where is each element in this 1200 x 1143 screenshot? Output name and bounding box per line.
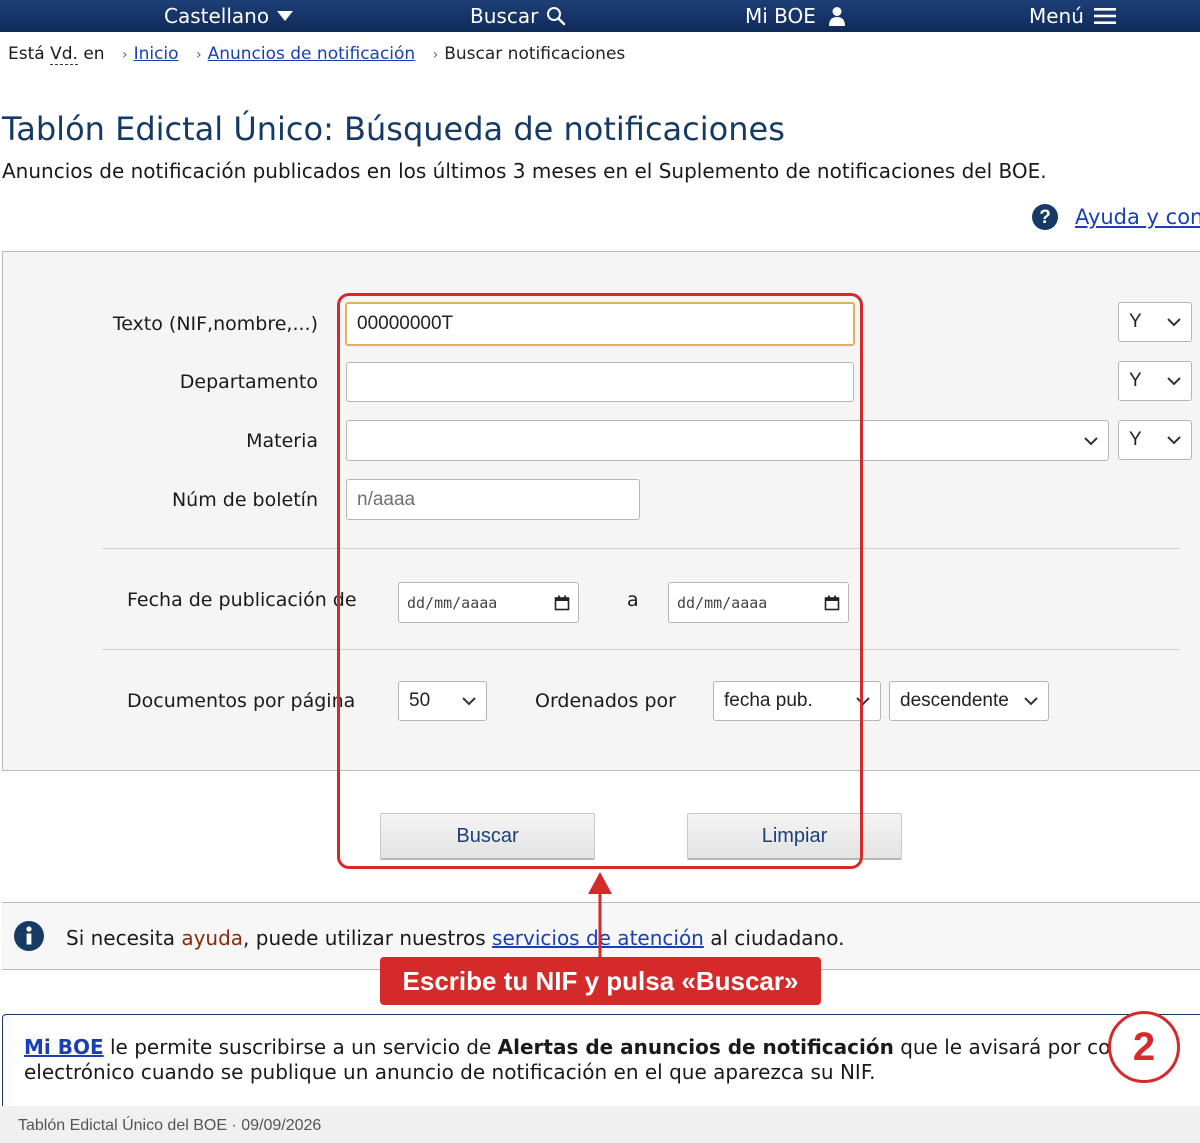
mi-boe-alerts-bold: Alertas de anuncios de notificación [497,1035,894,1059]
info-help-word: ayuda [181,926,244,950]
user-icon [828,7,845,26]
nav-search-label: Buscar [470,4,539,28]
breadcrumb-section-link[interactable]: Anuncios de notificación [208,44,416,64]
department-operator-select[interactable]: Y [1118,361,1192,401]
nav-account-button[interactable]: Mi BOE [745,4,846,28]
annotation-label: Escribe tu NIF y pulsa «Buscar» [380,957,821,1005]
order-direction-select[interactable]: descendente [889,681,1049,721]
nav-menu-label: Menú [1029,4,1084,28]
chevron-down-icon [1167,436,1181,445]
mi-boe-message: Mi BOE le permite suscribirse a un servi… [24,1035,1200,1085]
nav-account-label: Mi BOE [745,4,816,28]
materia-operator-select[interactable]: Y [1118,420,1192,460]
mi-boe-text-1: le permite suscribirse a un servicio de [110,1035,492,1059]
mi-boe-line-2: electrónico cuando se publique un anunci… [24,1060,876,1084]
breadcrumb-prefix: Está [8,44,45,64]
step-number-badge: 2 [1108,1011,1180,1083]
page-subtitle: Anuncios de notificación publicados en l… [2,159,1047,183]
publication-date-label: Fecha de publicación de [127,589,357,611]
svg-text:?: ? [1039,207,1051,228]
breadcrumb-prefix-end: en [83,44,105,64]
nav-search-button[interactable]: Buscar [470,4,566,28]
materia-operator-value: Y [1129,429,1142,450]
info-text-pre: Si necesita [66,926,175,950]
question-circle-icon: ? [1032,204,1058,230]
text-operator-value: Y [1129,311,1142,332]
nav-menu-button[interactable]: Menú [1029,4,1116,28]
mi-boe-link[interactable]: Mi BOE [24,1035,104,1059]
breadcrumb-abbr: Vd. [50,44,78,65]
info-text-post: al ciudadano. [710,926,845,950]
boletin-label: Núm de boletín [171,489,318,511]
chevron-down-icon [1167,318,1181,327]
annotation-arrow-icon [588,872,612,960]
caret-down-icon [277,11,294,21]
text-field-label: Texto (NIF,nombre,...) [112,313,318,335]
help-link[interactable]: Ayuda y con [1075,205,1200,229]
chevron-down-icon [1167,377,1181,386]
text-operator-select[interactable]: Y [1118,302,1192,342]
language-label: Castellano [164,4,270,28]
breadcrumb-separator-icon: › [195,47,202,63]
page-title: Tablón Edictal Único: Búsqueda de notifi… [2,110,785,148]
order-direction-value: descendente [900,690,1009,711]
info-text-mid: , puede utilizar nuestros [243,926,486,950]
footer-text: Tablón Edictal Único del BOE · 09/09/202… [18,1117,322,1134]
breadcrumb-separator-icon: › [432,47,439,63]
breadcrumb-current: Buscar notificaciones [444,44,626,64]
breadcrumb-separator-icon: › [121,47,128,63]
breadcrumb: Está Vd. en › Inicio › Anuncios de notific… [8,43,625,66]
help-link-group: ? Ayuda y con [1031,203,1200,231]
department-operator-value: Y [1129,370,1142,391]
info-icon [14,921,44,951]
mi-boe-line-1: Mi BOE le permite suscribirse a un servi… [24,1035,1200,1060]
hamburger-icon [1093,8,1116,24]
info-message: Si necesita ayuda, puede utilizar nuestr… [66,925,844,951]
annotation-highlight-box [337,293,863,869]
breadcrumb-home-link[interactable]: Inicio [134,44,179,64]
department-label: Departamento [179,371,318,393]
language-selector[interactable]: Castellano [164,4,294,28]
docs-per-page-label: Documentos por página [127,690,356,712]
chevron-down-icon [1084,436,1098,445]
top-navigation: Castellano Buscar Mi BOE Menú [0,0,1200,32]
materia-label: Materia [246,430,318,452]
chevron-down-icon [1024,697,1038,706]
search-icon [547,7,566,26]
